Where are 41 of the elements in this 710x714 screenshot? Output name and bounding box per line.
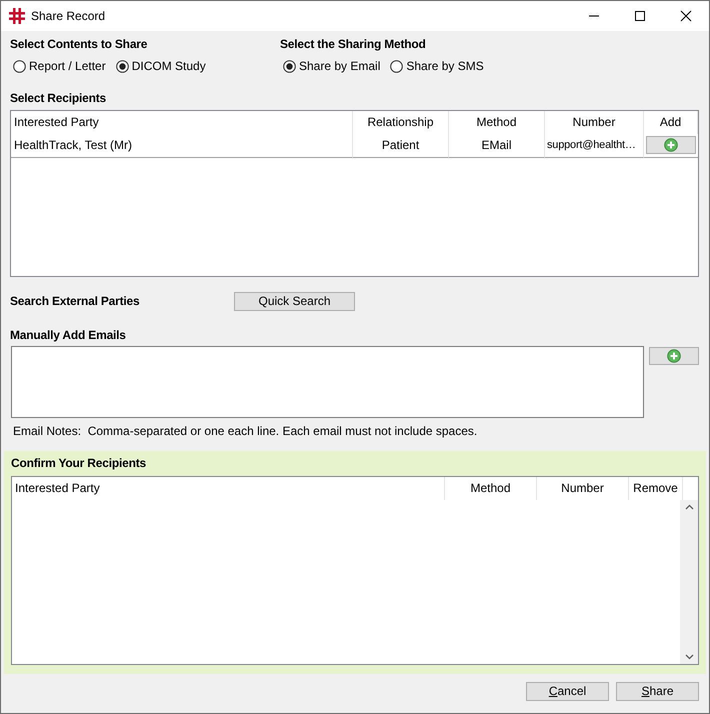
column-header: Number xyxy=(545,110,644,134)
section-heading: Select the Sharing Method xyxy=(280,37,427,51)
column-header: Interested Party xyxy=(12,476,445,500)
section-heading: Search External Parties xyxy=(10,294,140,308)
add-button[interactable] xyxy=(646,136,696,154)
dialog-button[interactable]: Share xyxy=(616,682,699,700)
add-button[interactable] xyxy=(649,346,699,364)
column-header: Method xyxy=(449,110,545,134)
add-icon xyxy=(667,348,681,362)
column-header: Remove xyxy=(629,476,683,500)
column-header: Interested Party xyxy=(11,110,353,134)
email-notes: Email Notes: Comma-separated or one each line. Each email must not include spaces. xyxy=(12,422,478,438)
table-cell: HealthTrack, Test (Mr) xyxy=(11,134,353,158)
radio-button[interactable]: Share by Email xyxy=(283,59,380,73)
emails-input-field[interactable] xyxy=(11,346,644,418)
table-cell: support@healtht… xyxy=(545,134,644,158)
add-icon xyxy=(664,138,678,152)
section-heading: Manually Add Emails xyxy=(10,328,127,342)
table-cell: Patient xyxy=(353,134,449,158)
radio-button[interactable]: Report / Letter xyxy=(13,59,106,73)
column-header: Number xyxy=(537,476,629,500)
section-heading: Select Contents to Share xyxy=(10,37,148,51)
app-logo-icon xyxy=(9,8,25,24)
section-heading: Confirm Your Recipients xyxy=(11,456,147,470)
radio-icon xyxy=(116,60,129,72)
dialog-button[interactable]: Cancel xyxy=(526,682,609,700)
chevron-up-icon[interactable] xyxy=(684,504,694,510)
radio-button[interactable]: Share by SMS xyxy=(390,59,484,73)
window-title: Share Record xyxy=(31,9,106,23)
scrollbar[interactable] xyxy=(680,500,698,664)
column-header: Method xyxy=(445,476,537,500)
table-cell: EMail xyxy=(449,134,545,158)
column-header: Add xyxy=(644,110,698,134)
section-heading: Select Recipients xyxy=(10,90,107,104)
chevron-down-icon[interactable] xyxy=(684,654,694,660)
radio-button[interactable]: DICOM Study xyxy=(116,59,206,73)
radio-icon xyxy=(13,60,26,72)
quick-search-button[interactable]: Quick Search xyxy=(234,292,355,310)
radio-icon xyxy=(283,60,296,72)
column-header: Relationship xyxy=(353,110,449,134)
radio-icon xyxy=(390,60,404,72)
